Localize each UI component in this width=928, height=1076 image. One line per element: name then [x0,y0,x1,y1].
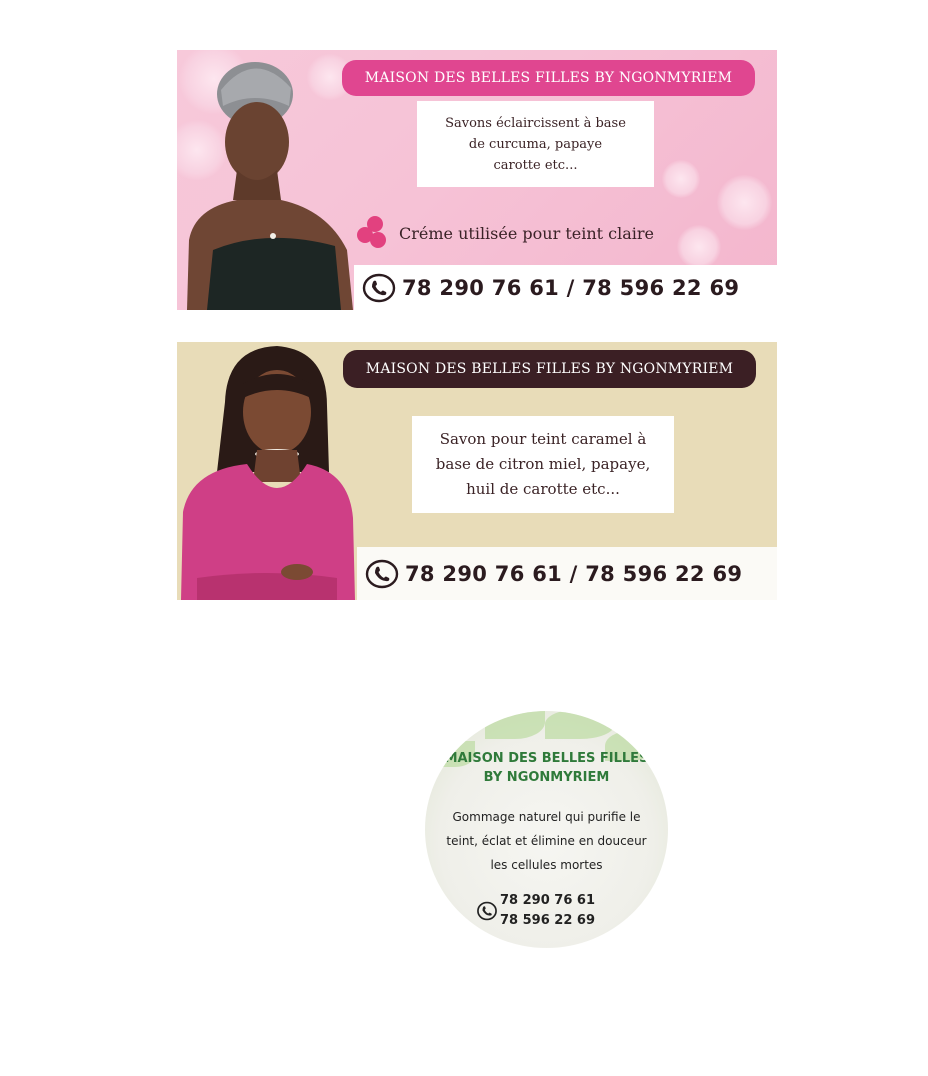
brand-line: BY NGONMYRIEM [483,770,610,785]
phone-number: 78 290 76 61 [500,893,595,908]
description-line: teint, éclat et élimine en douceur [446,834,647,848]
description-line: Savon pour teint caramel à [439,430,647,448]
phone-strip: 78 290 76 61 / 78 596 22 69 [357,547,777,600]
product-label-pink: MAISON DES BELLES FILLES BY NGONMYRIEM S… [177,50,777,310]
description-line: base de citron miel, papaye, [435,455,651,473]
tagline-text: Créme utilisée pour teint claire [399,223,655,243]
flower-decoration [662,160,700,198]
description-line: Savons éclaircissent à base [445,115,626,131]
brand-name-pill: MAISON DES BELLES FILLES BY NGONMYRIEM [343,350,756,388]
phone-numbers: 78 290 76 61 / 78 596 22 69 [405,561,743,586]
woman-photo [181,346,355,600]
phone-numbers: 78 290 76 61 / 78 596 22 69 [402,275,740,300]
product-label-round: MAISON DES BELLES FILLES BY NGONMYRIEM G… [425,711,668,948]
flower-decoration [677,225,721,269]
phone-block: 78 290 76 61 78 596 22 69 [476,891,595,931]
product-description: Savon pour teint caramel à base de citro… [412,416,674,513]
description-line: Gommage naturel qui purifie le [452,810,641,824]
phone-strip: 78 290 76 61 / 78 596 22 69 [354,265,777,310]
description-line: huil de carotte etc... [466,480,620,498]
description-line: carotte etc... [493,157,578,173]
brand-name-pill: MAISON DES BELLES FILLES BY NGONMYRIEM [342,60,755,96]
brand-line: MAISON DES BELLES FILLES [444,751,649,766]
flower-decoration [717,175,772,230]
phone-numbers: 78 290 76 61 78 596 22 69 [500,891,595,931]
leaf-decoration [545,711,615,739]
product-description: Gommage naturel qui purifie le teint, éc… [429,805,664,877]
phone-number: 78 596 22 69 [500,913,595,928]
product-description: Savons éclaircissent à base de curcuma, … [417,101,654,187]
phone-icon [362,273,396,302]
product-label-beige: MAISON DES BELLES FILLES BY NGONMYRIEM S… [177,342,777,600]
tagline: Créme utilisée pour teint claire [357,216,654,250]
phone-icon [365,559,399,588]
description-line: de curcuma, papaye [468,136,603,152]
brand-name: MAISON DES BELLES FILLES BY NGONMYRIEM [425,749,668,787]
description-line: les cellules mortes [490,858,603,872]
woman-photo [187,62,353,310]
flower-bullet-icon [357,216,391,250]
phone-icon [477,901,497,921]
leaf-decoration [485,711,545,739]
